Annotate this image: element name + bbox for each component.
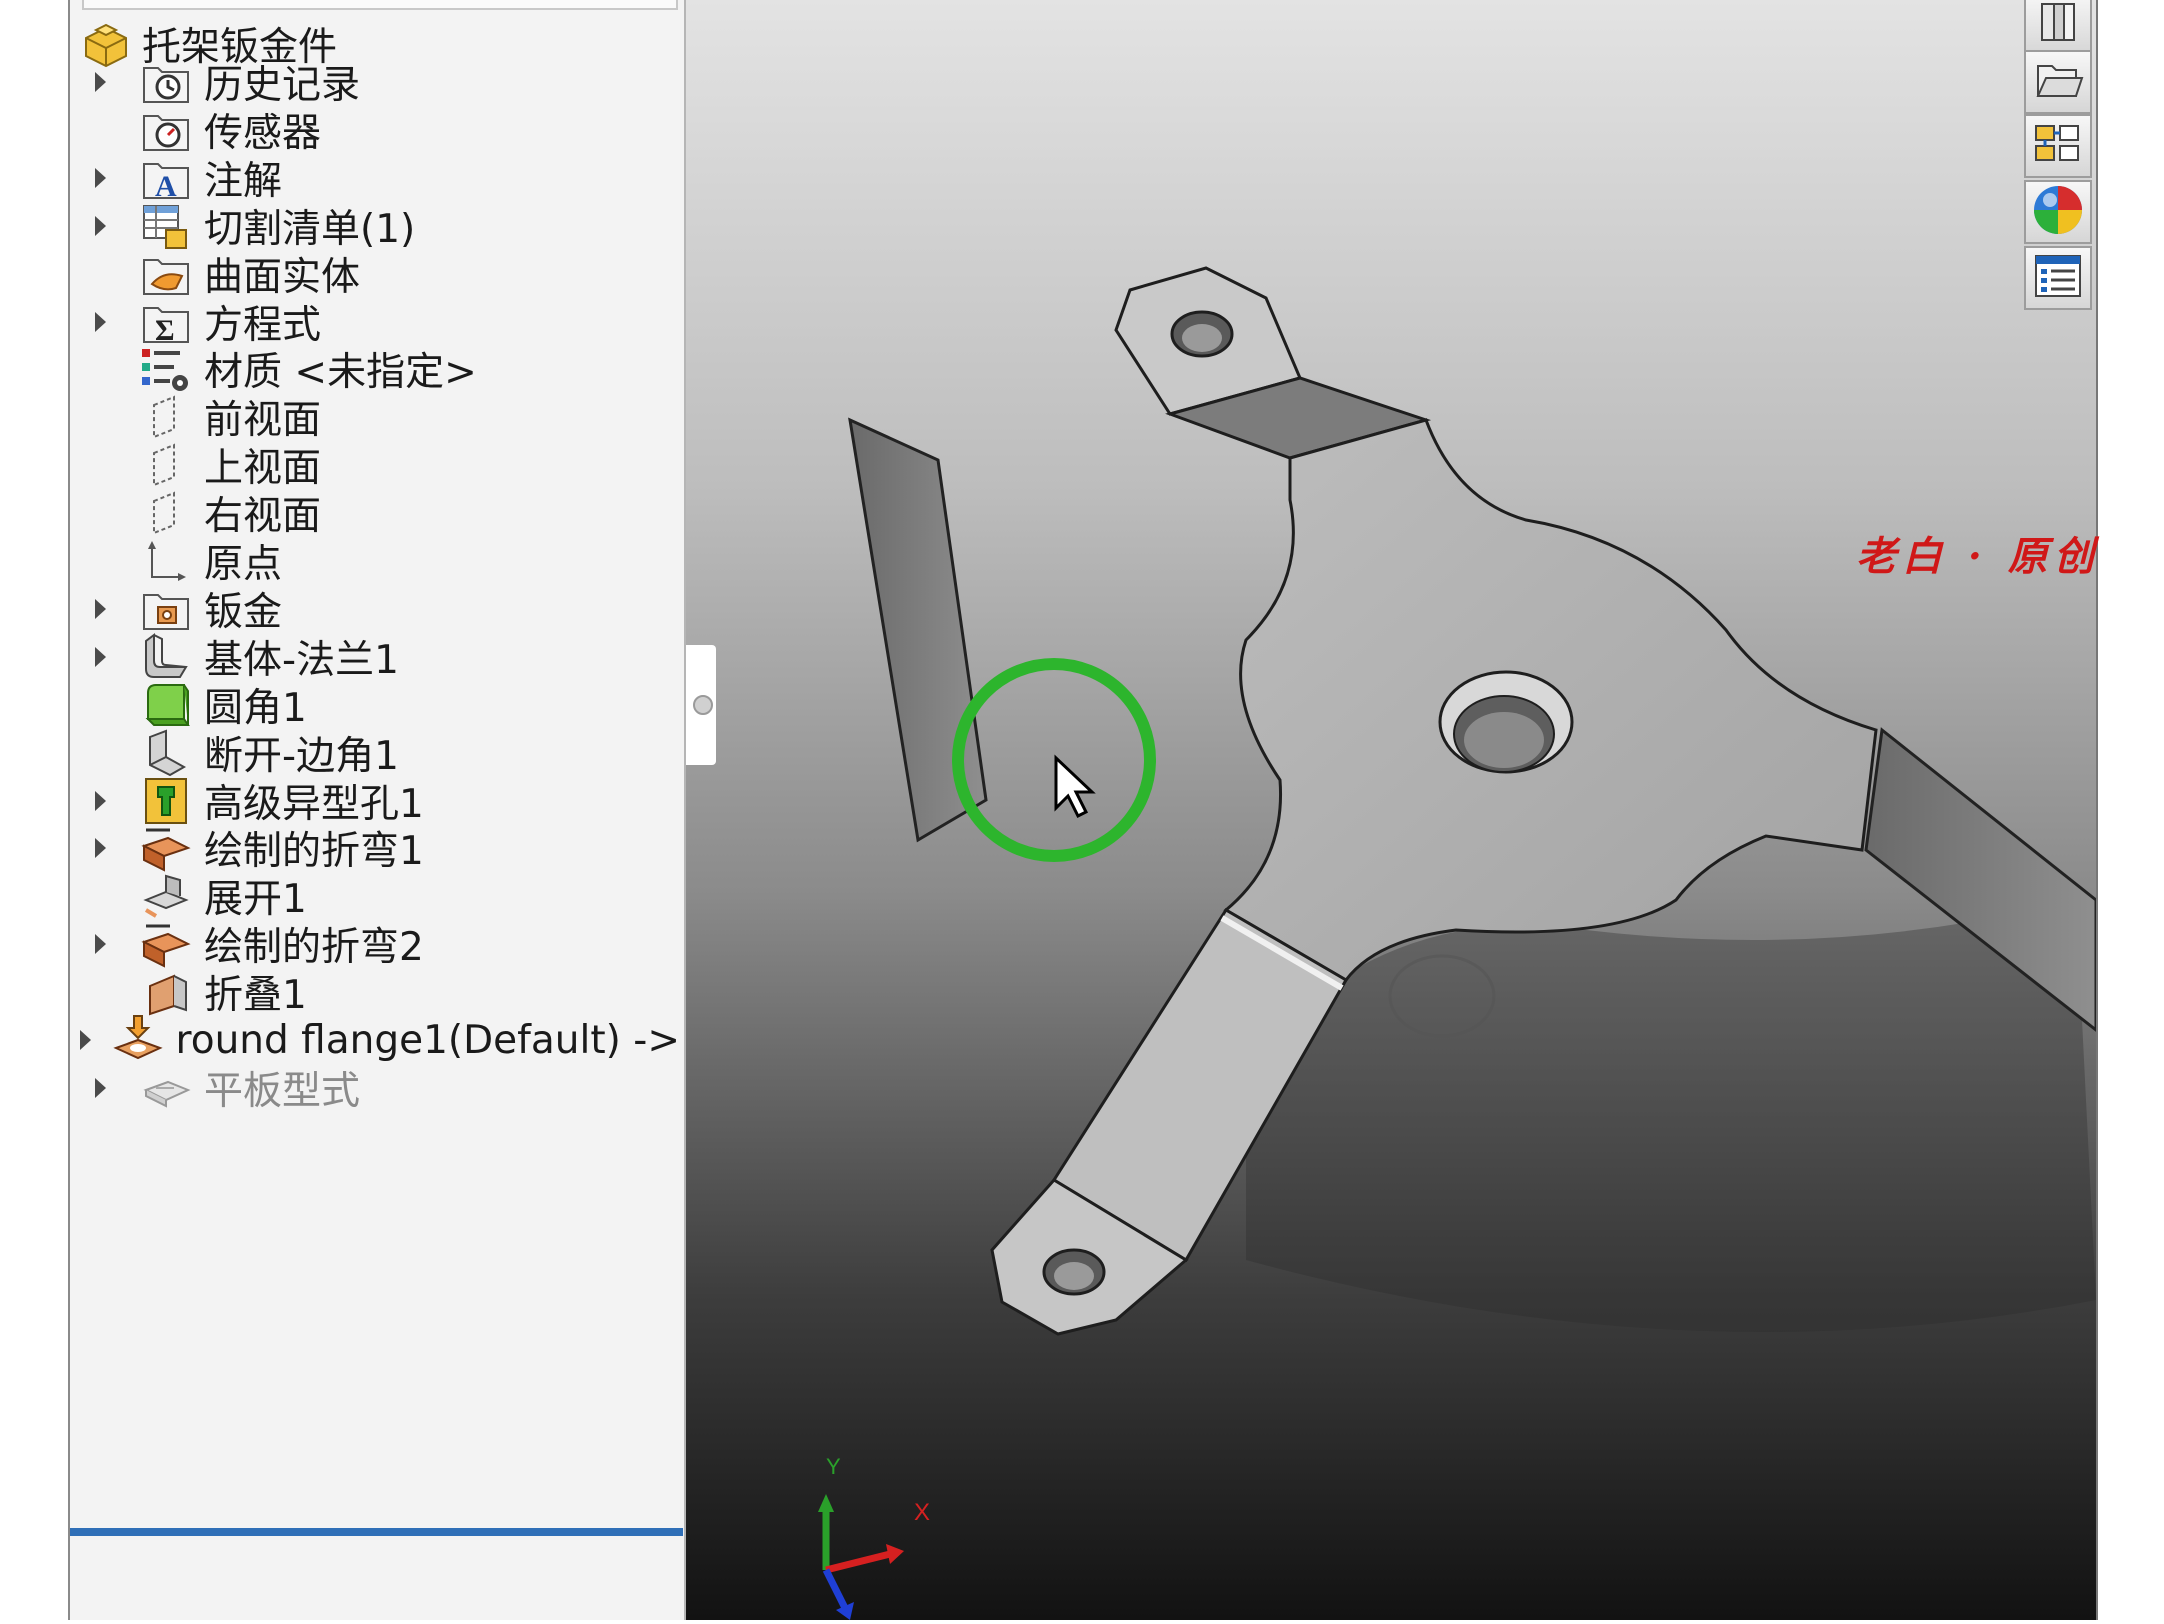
cursor-highlight-ring [952,658,1156,862]
expand-arrow-icon[interactable] [80,206,120,246]
expand-arrow-icon[interactable] [80,828,120,868]
custom-properties-icon [2032,252,2084,304]
left-window-gutter [0,0,70,1620]
expand-arrow-icon[interactable] [80,781,120,821]
expand-arrow-icon[interactable] [80,924,120,964]
expand-arrow-icon[interactable] [80,62,120,102]
triad-x-label: X [914,1499,930,1526]
sheet-metal-model [848,266,2096,1336]
tree-item[interactable]: 平板型式 [80,1058,680,1118]
expand-arrow-icon[interactable] [80,589,120,629]
task-pane-edge [2096,0,2164,1620]
design-library-icon [2034,0,2082,50]
file-explorer-button[interactable] [2024,50,2092,114]
mouse-pointer [1054,754,1096,819]
file-explorer-icon [2032,56,2084,108]
custom-properties-button[interactable] [2024,246,2092,310]
tree-item-label: 平板型式 [204,1069,361,1114]
expand-arrow-icon[interactable] [80,302,120,342]
panel-collapse-handle[interactable] [686,645,716,765]
expand-arrow-icon[interactable] [80,1020,92,1060]
expand-arrow-icon[interactable] [80,637,120,677]
rollback-bar[interactable] [70,1528,683,1536]
expand-arrow-icon[interactable] [80,158,120,198]
collapse-dot-icon [693,695,713,715]
flat-pattern-icon [140,1062,192,1114]
graphics-viewport[interactable] [686,0,2096,1620]
reference-triad: Y X [806,1450,956,1620]
design-library-button[interactable] [2024,0,2092,56]
appearances-icon [2030,182,2086,242]
expand-arrow-icon[interactable] [80,1068,120,1108]
tree-filter-box[interactable] [82,0,678,10]
view-palette-button[interactable] [2024,114,2092,178]
appearances-button[interactable] [2024,180,2092,244]
view-palette-icon [2032,120,2084,172]
watermark-text: 老白 · 原创 [1856,533,2100,580]
triad-y-label: Y [826,1454,841,1479]
tree-item-label: round flange1(Default) -> [175,1017,680,1063]
